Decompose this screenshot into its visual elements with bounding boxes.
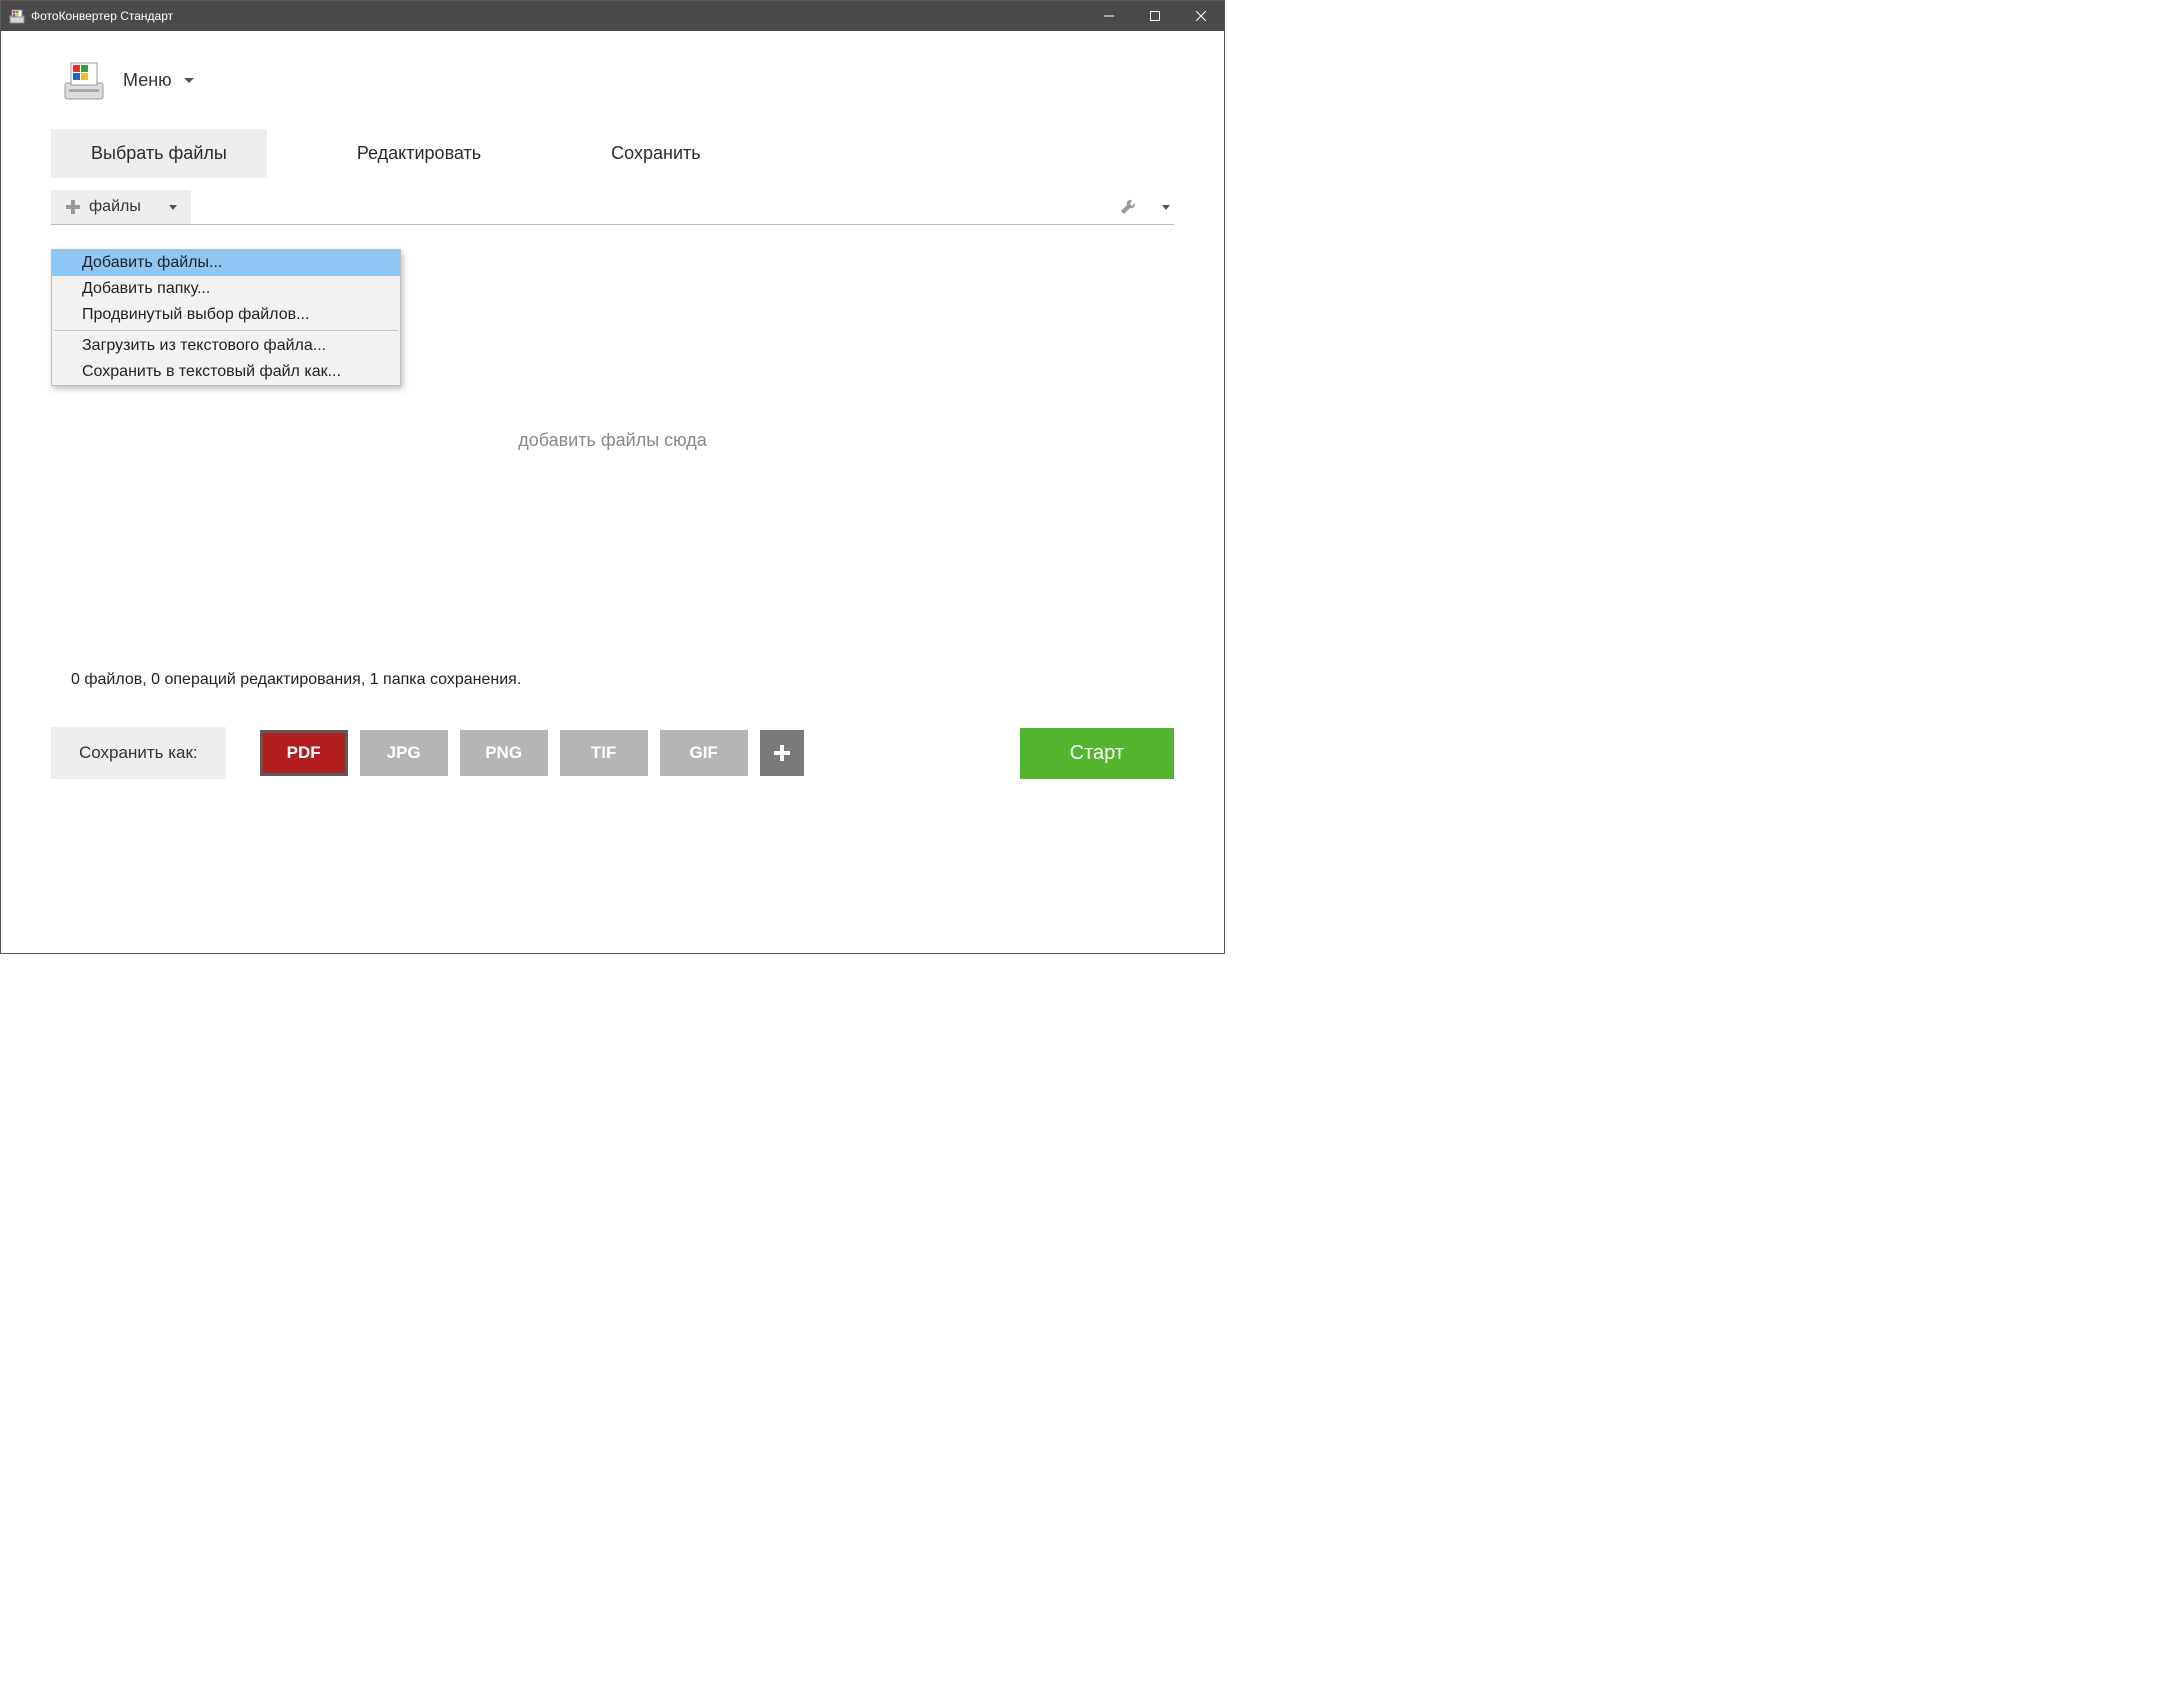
save-as-label: Сохранить как: bbox=[51, 727, 226, 779]
tab-save[interactable]: Сохранить bbox=[571, 129, 740, 178]
drop-hint-text: добавить файлы сюда bbox=[518, 430, 707, 451]
tab-edit[interactable]: Редактировать bbox=[317, 129, 521, 178]
files-button-label: файлы bbox=[89, 198, 141, 216]
menu-separator bbox=[54, 330, 398, 331]
app-icon bbox=[9, 8, 25, 24]
bottom-bar: Сохранить как: PDF JPG PNG TIF GIF Старт bbox=[51, 727, 1174, 779]
plus-icon bbox=[65, 199, 81, 215]
tabs: Выбрать файлы Редактировать Сохранить bbox=[51, 129, 1174, 178]
status-bar: 0 файлов, 0 операций редактирования, 1 п… bbox=[71, 671, 1174, 689]
menu-item-add-files[interactable]: Добавить файлы... bbox=[52, 250, 400, 276]
menu-label: Меню bbox=[123, 70, 172, 91]
menu-button[interactable]: Меню bbox=[123, 70, 194, 91]
settings-button[interactable] bbox=[1114, 193, 1174, 221]
toolbar: файлы bbox=[51, 190, 1174, 225]
menu-item-save-to-text[interactable]: Сохранить в текстовый файл как... bbox=[52, 359, 400, 385]
titlebar: ФотоКонвертер Стандарт bbox=[1, 1, 1224, 31]
chevron-down-icon bbox=[1162, 205, 1170, 210]
format-gif-button[interactable]: GIF bbox=[660, 730, 748, 776]
tab-select-files[interactable]: Выбрать файлы bbox=[51, 129, 267, 178]
menu-item-load-from-text[interactable]: Загрузить из текстового файла... bbox=[52, 333, 400, 359]
menu-bar: Меню bbox=[63, 59, 1174, 101]
files-dropdown-menu: Добавить файлы... Добавить папку... Прод… bbox=[51, 249, 401, 386]
chevron-down-icon bbox=[169, 205, 177, 210]
menu-item-add-folder[interactable]: Добавить папку... bbox=[52, 276, 400, 302]
window-title: ФотоКонвертер Стандарт bbox=[31, 9, 1086, 23]
plus-icon bbox=[772, 743, 792, 763]
format-tif-button[interactable]: TIF bbox=[560, 730, 648, 776]
add-format-button[interactable] bbox=[760, 730, 804, 776]
wrench-icon bbox=[1118, 197, 1138, 217]
app-logo-icon bbox=[63, 59, 105, 101]
format-jpg-button[interactable]: JPG bbox=[360, 730, 448, 776]
format-pdf-button[interactable]: PDF bbox=[260, 730, 348, 776]
format-png-button[interactable]: PNG bbox=[460, 730, 548, 776]
minimize-button[interactable] bbox=[1086, 1, 1132, 31]
chevron-down-icon bbox=[184, 78, 194, 83]
menu-item-advanced-select[interactable]: Продвинутый выбор файлов... bbox=[52, 302, 400, 328]
maximize-button[interactable] bbox=[1132, 1, 1178, 31]
start-button[interactable]: Старт bbox=[1020, 728, 1174, 779]
add-files-dropdown-button[interactable]: файлы bbox=[51, 190, 191, 224]
close-button[interactable] bbox=[1178, 1, 1224, 31]
